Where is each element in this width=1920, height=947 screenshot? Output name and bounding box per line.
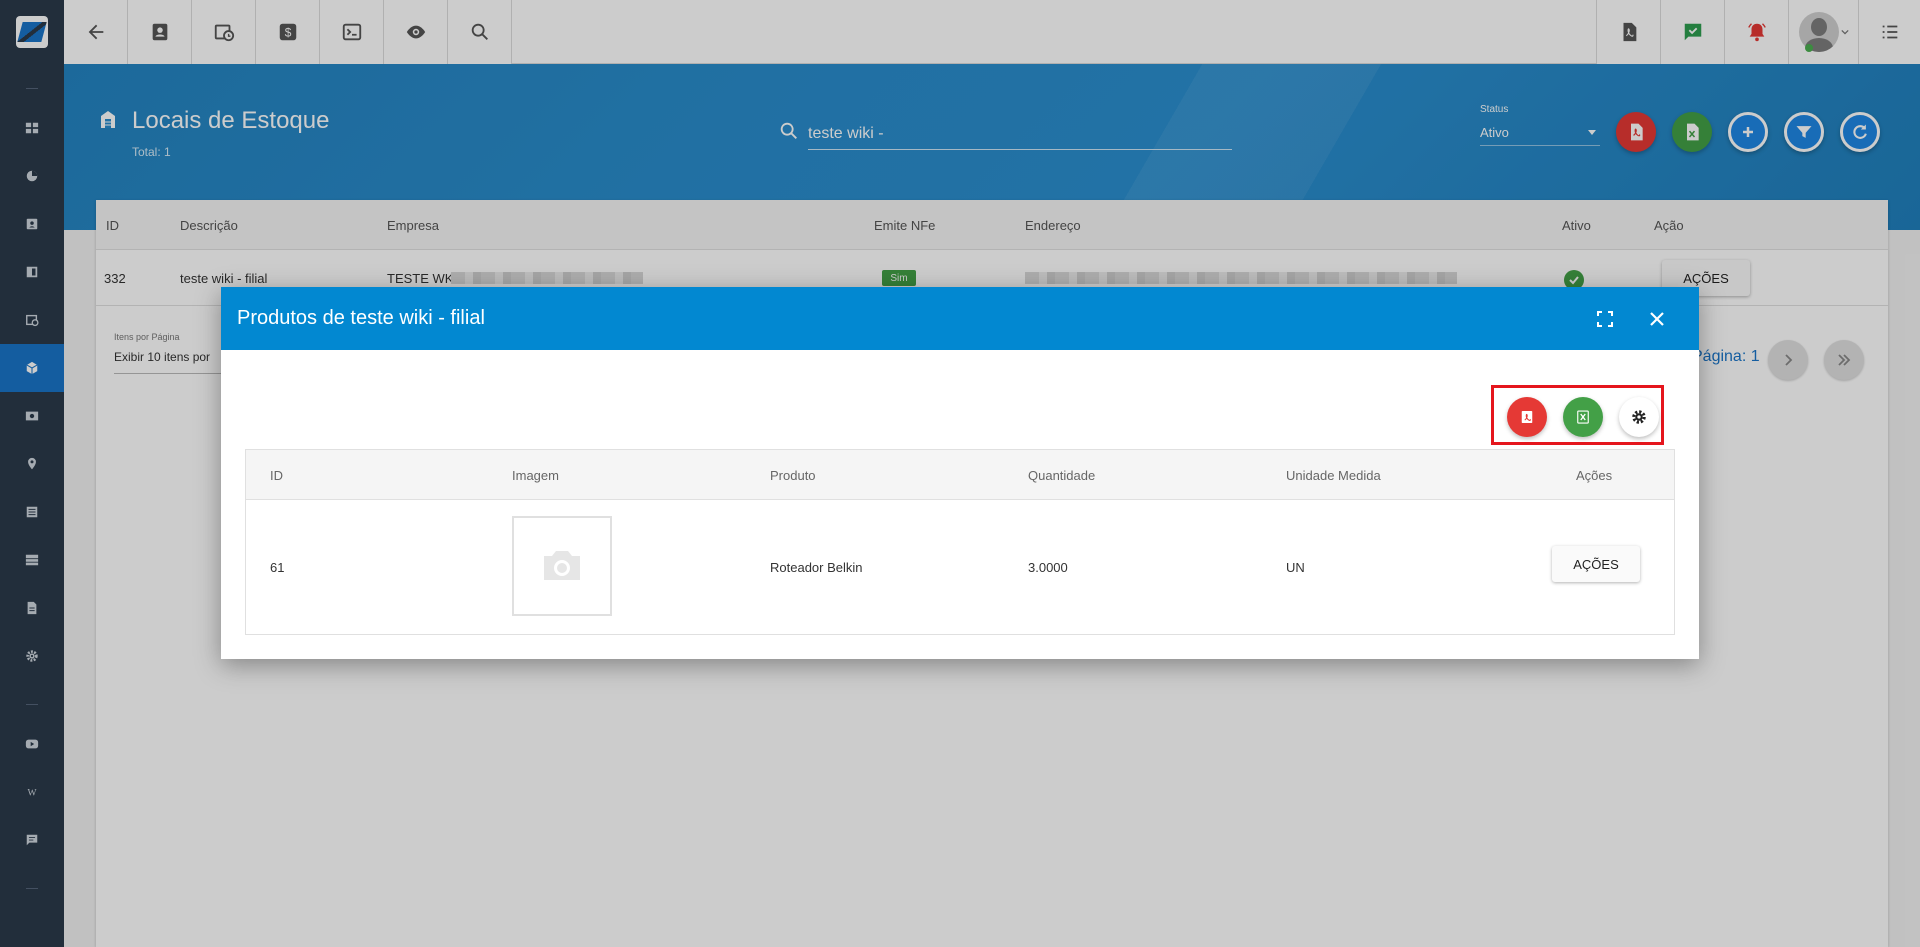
product-id: 61: [270, 560, 285, 575]
fullscreen-icon: [1597, 311, 1613, 327]
products-table: ID Imagem Produto Quantidade Unidade Med…: [245, 449, 1675, 635]
close-icon: [1650, 312, 1664, 326]
product-name: Roteador Belkin: [770, 560, 863, 575]
column-header: Ações: [1576, 468, 1613, 483]
close-button[interactable]: [1641, 303, 1673, 335]
product-actions-button[interactable]: AÇÕES: [1552, 546, 1640, 582]
maximize-button[interactable]: [1589, 303, 1621, 335]
product-unit: UN: [1286, 560, 1305, 575]
excel-icon: [1577, 410, 1589, 424]
column-header[interactable]: Imagem: [512, 468, 559, 483]
column-header[interactable]: ID: [270, 468, 283, 483]
pdf-icon: [1521, 411, 1533, 423]
product-quantity: 3.0000: [1028, 560, 1068, 575]
modal-export-pdf-button[interactable]: [1507, 397, 1547, 437]
modal-title: Produtos de teste wiki - filial: [237, 307, 485, 329]
column-header[interactable]: Unidade Medida: [1286, 468, 1381, 483]
products-modal: Produtos de teste wiki - filial ID Image…: [221, 287, 1699, 659]
table-header: ID Imagem Produto Quantidade Unidade Med…: [246, 450, 1674, 500]
modal-settings-button[interactable]: [1619, 397, 1659, 437]
product-image-placeholder: [512, 516, 612, 616]
modal-header: Produtos de teste wiki - filial: [221, 287, 1699, 350]
camera-icon: [544, 551, 580, 580]
modal-export-excel-button[interactable]: [1563, 397, 1603, 437]
gear-icon: [1632, 410, 1646, 424]
column-header[interactable]: Produto: [770, 468, 816, 483]
column-header[interactable]: Quantidade: [1028, 468, 1095, 483]
